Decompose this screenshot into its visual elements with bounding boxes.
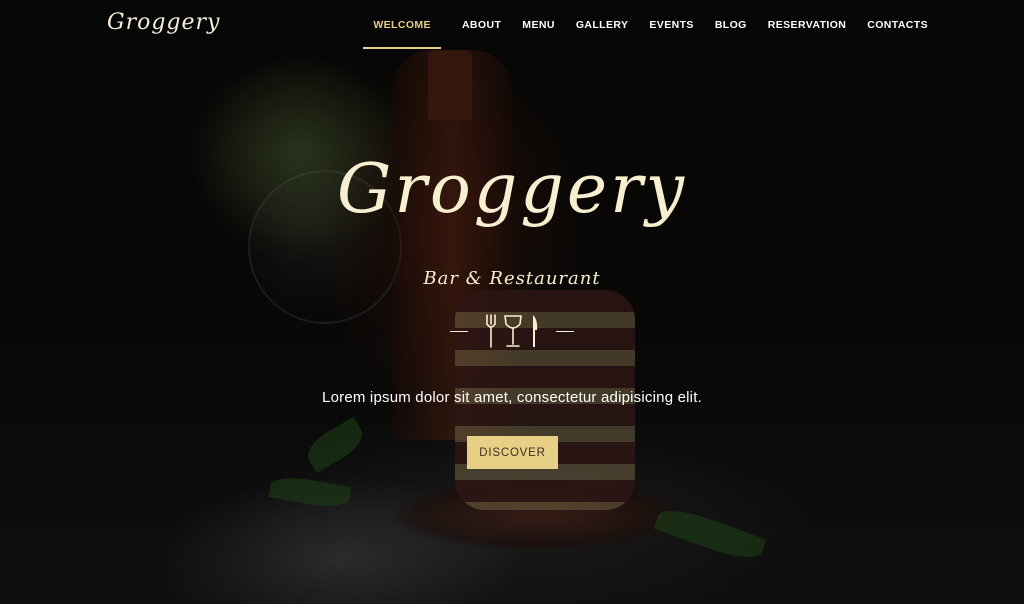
hero-description: Lorem ipsum dolor sit amet, consectetur … — [322, 389, 702, 406]
hero-title: Groggery — [337, 150, 687, 229]
wine-glass-icon — [504, 315, 522, 347]
fork-icon — [486, 314, 496, 348]
cutlery-divider — [450, 313, 574, 349]
knife-icon — [533, 315, 538, 347]
nav-item-about[interactable]: ABOUT — [462, 0, 501, 50]
nav-item-reservation[interactable]: RESERVATION — [768, 0, 847, 50]
cutlery-icons — [485, 314, 539, 348]
hero-background — [0, 0, 1024, 604]
nav-item-events[interactable]: EVENTS — [649, 0, 693, 50]
site-logo[interactable]: Groggery — [107, 10, 220, 35]
divider-line-right — [556, 330, 574, 332]
hero-subtitle: Bar & Restaurant — [423, 268, 601, 289]
divider-line-left — [450, 330, 468, 332]
nav-item-menu[interactable]: MENU — [522, 0, 555, 50]
main-nav: WELCOME ABOUT MENU GALLERY EVENTS BLOG R… — [363, 0, 928, 50]
discover-button[interactable]: DISCOVER — [467, 436, 558, 469]
nav-item-contacts[interactable]: CONTACTS — [867, 0, 928, 50]
nav-item-blog[interactable]: BLOG — [715, 0, 747, 50]
nav-item-welcome[interactable]: WELCOME — [363, 0, 441, 50]
dark-overlay — [0, 0, 1024, 604]
nav-item-gallery[interactable]: GALLERY — [576, 0, 629, 50]
